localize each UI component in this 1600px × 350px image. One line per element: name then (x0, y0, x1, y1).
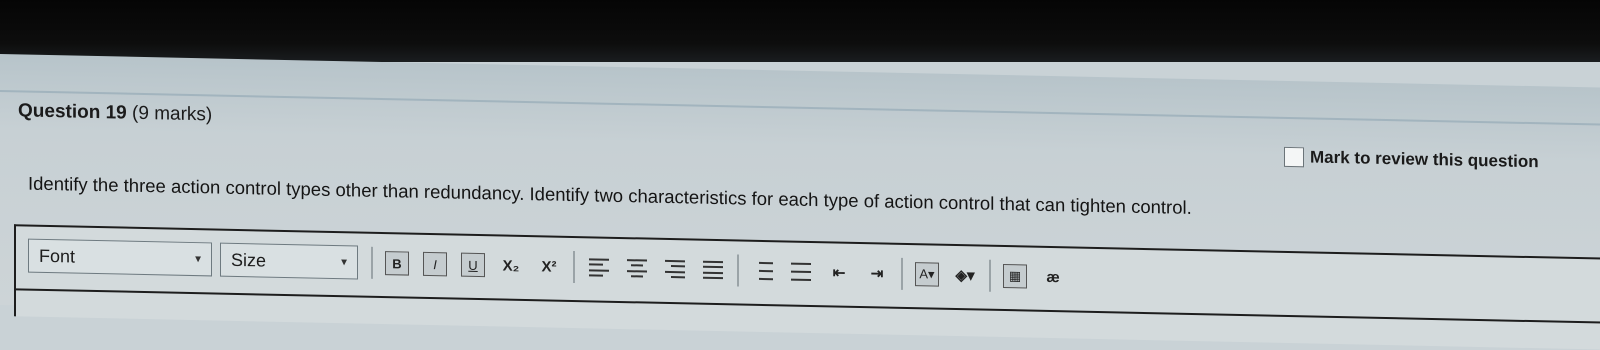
toolbar-separator (989, 259, 991, 292)
subscript-button[interactable]: X₂ (499, 253, 523, 278)
question-panel: Question 19 (9 marks) Mark to review thi… (0, 54, 1600, 350)
font-select[interactable]: Font ▼ (28, 238, 212, 277)
mark-review-control[interactable]: Mark to review this question (1284, 146, 1539, 172)
special-character-button[interactable]: æ (1041, 265, 1065, 290)
text-color-icon: A▾ (919, 266, 935, 282)
question-text: Identify the three action control types … (28, 172, 1192, 218)
size-select[interactable]: Size ▼ (220, 242, 358, 280)
underline-icon: U (468, 257, 478, 273)
toolbar-separator (573, 251, 575, 284)
toolbar-separator (371, 246, 373, 279)
mark-review-label[interactable]: Mark to review this question (1310, 147, 1539, 172)
text-color-button[interactable]: A▾ (915, 262, 939, 287)
question-header: Question 19 (9 marks) (18, 100, 212, 126)
chevron-down-icon: ▼ (193, 253, 203, 265)
align-left-icon (589, 258, 609, 277)
bulleted-list-button[interactable] (789, 260, 813, 285)
question-marks: (9 marks) (132, 102, 213, 126)
align-center-button[interactable] (625, 256, 649, 281)
table-icon: ▦ (1008, 268, 1022, 284)
size-select-value: Size (231, 249, 267, 271)
align-right-icon (665, 259, 685, 279)
special-character-icon: æ (1046, 268, 1060, 286)
question-number: Question 19 (18, 100, 127, 124)
highlight-color-button[interactable]: ◈▾ (953, 263, 977, 288)
outdent-icon: ⇤ (832, 264, 846, 282)
subscript-icon: X₂ (502, 257, 520, 275)
align-left-button[interactable] (587, 255, 611, 280)
insert-table-button[interactable]: ▦ (1003, 264, 1027, 289)
indent-button[interactable]: ⇥ (865, 261, 889, 286)
font-select-value: Font (39, 245, 76, 267)
mark-review-checkbox[interactable] (1284, 146, 1304, 168)
indent-icon: ⇥ (870, 265, 884, 283)
bold-icon: B (392, 255, 402, 271)
divider (0, 90, 1600, 126)
paint-bucket-icon: ◈▾ (955, 267, 975, 285)
numbered-list-button[interactable] (751, 259, 775, 284)
chevron-down-icon: ▼ (339, 256, 349, 268)
superscript-button[interactable]: X² (537, 254, 561, 279)
editor-toolbar: Font ▼ Size ▼ B I U X₂ X² ⇤ ⇥ A▾ ◈▾ ▦ æ (28, 235, 1072, 299)
outdent-button[interactable]: ⇤ (827, 260, 851, 285)
align-center-icon (627, 259, 647, 278)
numbered-list-icon (753, 261, 773, 281)
monitor-bezel (0, 0, 1600, 62)
bulleted-list-icon (791, 262, 811, 281)
superscript-icon: X² (541, 257, 557, 276)
toolbar-separator (737, 254, 739, 287)
justify-button[interactable] (701, 258, 725, 283)
editor-divider (16, 288, 1600, 324)
toolbar-separator (901, 257, 903, 290)
underline-button[interactable]: U (461, 252, 485, 278)
italic-button[interactable]: I (423, 251, 447, 277)
align-right-button[interactable] (663, 257, 687, 282)
bold-button[interactable]: B (385, 251, 409, 276)
italic-icon: I (433, 256, 437, 272)
answer-editor[interactable]: Font ▼ Size ▼ B I U X₂ X² ⇤ ⇥ A▾ ◈▾ ▦ æ (14, 224, 1600, 350)
justify-icon (703, 260, 723, 280)
